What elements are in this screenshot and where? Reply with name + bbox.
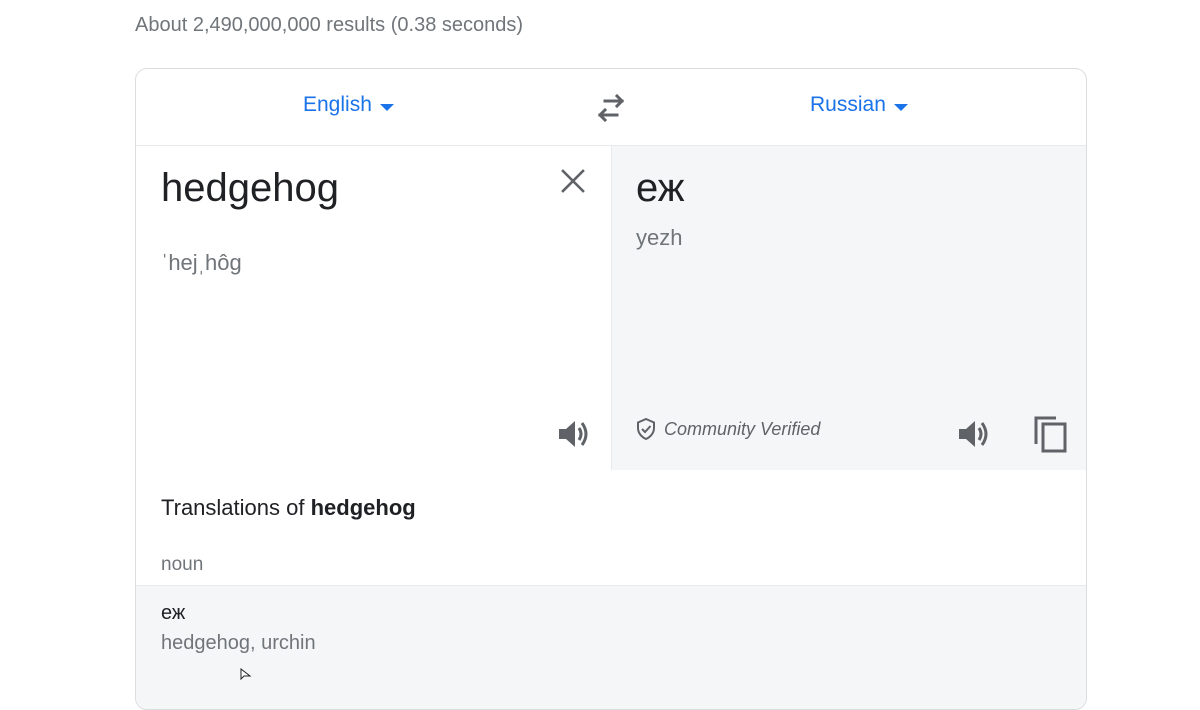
language-bar: English Russian: [136, 69, 1086, 146]
source-language-label: English: [303, 93, 372, 116]
translated-text: еж: [636, 166, 685, 210]
swap-icon: [597, 93, 625, 123]
translate-card: English Russian hedgehog ˈhejˌhôg еж yez…: [135, 68, 1087, 710]
target-transliteration: yezh: [636, 225, 683, 250]
translation-row[interactable]: еж hedgehog, urchin: [136, 585, 1086, 709]
translations-heading-word: hedgehog: [310, 495, 416, 520]
translations-heading: Translations of hedgehog: [161, 495, 416, 521]
target-language-label: Russian: [810, 93, 886, 116]
community-verified-badge: Community Verified: [636, 418, 820, 440]
results-count: About 2,490,000,000 results (0.38 second…: [135, 14, 524, 36]
copy-icon: [1034, 416, 1067, 453]
translations-heading-prefix: Translations of: [161, 495, 311, 520]
speaker-icon: [559, 421, 588, 447]
part-of-speech-label: noun: [161, 554, 204, 575]
source-text-input[interactable]: hedgehog: [161, 166, 521, 211]
translation-word: еж: [161, 602, 186, 624]
copy-translation-button[interactable]: [1032, 414, 1070, 454]
speaker-icon: [959, 421, 988, 447]
listen-source-button[interactable]: [556, 416, 592, 452]
community-verified-label: Community Verified: [664, 418, 821, 439]
close-icon: [561, 169, 585, 193]
clear-source-button[interactable]: [558, 166, 588, 196]
chevron-down-icon: [893, 103, 908, 111]
mouse-cursor-icon: [240, 668, 252, 680]
target-pane: еж yezh Community Verified: [612, 146, 1086, 470]
source-language-select[interactable]: English: [303, 93, 394, 117]
shield-check-icon: [637, 418, 655, 440]
listen-translation-button[interactable]: [956, 416, 992, 452]
source-pane: hedgehog ˈhejˌhôg: [136, 146, 612, 470]
target-language-select[interactable]: Russian: [810, 93, 908, 117]
translation-synonyms: hedgehog, urchin: [161, 632, 316, 654]
chevron-down-icon: [379, 103, 394, 111]
swap-languages-button[interactable]: [594, 91, 628, 125]
source-pronunciation: ˈhejˌhôg: [161, 250, 242, 275]
